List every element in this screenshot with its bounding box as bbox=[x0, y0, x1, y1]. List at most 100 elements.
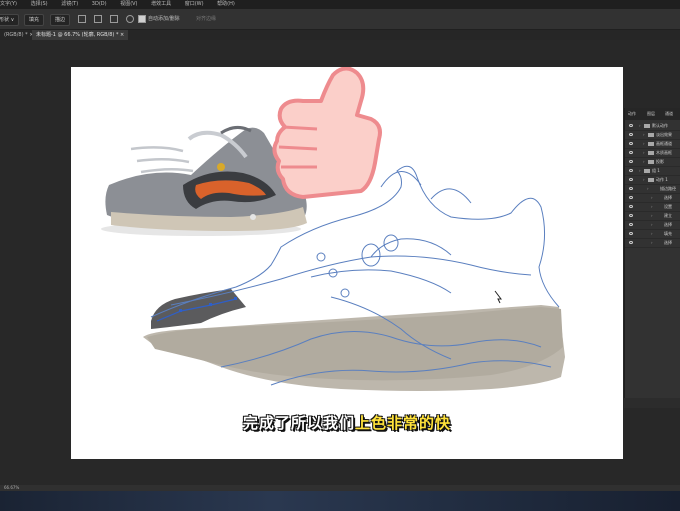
menu-item-window[interactable]: 窗口(W) bbox=[185, 1, 204, 7]
tab-actions[interactable]: 动作 bbox=[628, 110, 636, 118]
action-row[interactable]: › 填充 bbox=[625, 230, 680, 239]
check-icon[interactable] bbox=[629, 214, 633, 217]
check-icon[interactable] bbox=[629, 142, 633, 145]
action-name: 组 1 bbox=[652, 168, 660, 173]
folder-icon bbox=[648, 178, 654, 182]
panel-footer bbox=[624, 398, 680, 408]
folder-icon bbox=[644, 169, 650, 173]
chevron-right-icon[interactable]: › bbox=[651, 203, 653, 211]
check-icon[interactable] bbox=[629, 223, 633, 226]
check-icon[interactable] bbox=[629, 160, 633, 163]
menu-item-filter[interactable]: 滤镜(T) bbox=[61, 1, 78, 7]
action-name: 选择 bbox=[664, 240, 672, 245]
artboard[interactable]: 完成了所以我们上色非常的快 bbox=[71, 67, 623, 459]
panel-tab-strip: 动作 图层 通道 bbox=[625, 108, 680, 120]
action-row[interactable]: › 选择 bbox=[625, 221, 680, 230]
action-row[interactable]: › 描边路径 bbox=[625, 185, 680, 194]
chevron-right-icon[interactable]: › bbox=[651, 239, 653, 247]
path-alignment-icon[interactable] bbox=[94, 15, 102, 23]
chevron-right-icon[interactable]: › bbox=[647, 185, 649, 193]
chevron-right-icon[interactable]: › bbox=[651, 221, 653, 229]
action-name: 选择 bbox=[664, 195, 672, 200]
chevron-right-icon[interactable]: › bbox=[643, 176, 645, 184]
chevron-right-icon[interactable]: › bbox=[643, 131, 645, 139]
action-row[interactable]: › 建立 bbox=[625, 212, 680, 221]
zoom-readout: 66.67% bbox=[4, 485, 20, 490]
thumbs-up-icon bbox=[272, 67, 382, 199]
menu-item-3d[interactable]: 3D(D) bbox=[92, 1, 107, 7]
video-subtitle: 完成了所以我们上色非常的快 bbox=[71, 412, 623, 433]
canvas-area[interactable]: 完成了所以我们上色非常的快 bbox=[0, 40, 680, 485]
menu-bar: 文字(Y) 选择(S) 滤镜(T) 3D(D) 视图(V) 增效工具 窗口(W)… bbox=[0, 0, 680, 9]
document-tab-bar: (RGB/8) * × 未标题-1 @ 66.7% (轮廓, RGB/8) * … bbox=[0, 30, 680, 40]
folder-icon bbox=[648, 142, 654, 146]
auto-add-delete-label: 自动添加/删除 bbox=[148, 16, 180, 22]
check-icon[interactable] bbox=[629, 196, 633, 199]
check-icon[interactable] bbox=[629, 178, 633, 181]
subtitle-white-part: 完成了所以我们 bbox=[242, 414, 355, 432]
action-name: 画框通道 bbox=[656, 141, 672, 146]
action-name: 默认动作 bbox=[652, 123, 668, 128]
options-bar: 形状 ∨ 填充 描边 自动添加/删除 对齐边缘 bbox=[0, 9, 680, 30]
chevron-right-icon[interactable]: › bbox=[651, 194, 653, 202]
check-icon[interactable] bbox=[629, 151, 633, 154]
chevron-right-icon[interactable]: › bbox=[643, 158, 645, 166]
action-name: 填充 bbox=[664, 231, 672, 236]
action-name: 淡出效果 bbox=[656, 132, 672, 137]
action-name: 建立 bbox=[664, 213, 672, 218]
action-row[interactable]: › 选择 bbox=[625, 194, 680, 203]
menu-item-help[interactable]: 帮助(H) bbox=[217, 1, 235, 7]
menu-item-select[interactable]: 选择(S) bbox=[31, 1, 48, 7]
tab-layers[interactable]: 图层 bbox=[647, 110, 655, 118]
subtitle-yellow-part: 上色非常的快 bbox=[355, 414, 452, 432]
artwork bbox=[101, 67, 565, 391]
folder-icon bbox=[648, 133, 654, 137]
align-edges-label[interactable]: 对齐边缘 bbox=[196, 14, 216, 24]
folder-icon bbox=[648, 160, 654, 164]
tool-mode-select[interactable]: 形状 ∨ bbox=[0, 14, 20, 26]
gear-icon[interactable] bbox=[126, 15, 134, 23]
action-row[interactable]: › 组 1 bbox=[625, 167, 680, 176]
chevron-right-icon[interactable]: › bbox=[639, 167, 641, 175]
action-row[interactable]: › 木质画框 bbox=[625, 149, 680, 158]
taskbar bbox=[0, 491, 680, 511]
stroke-button[interactable]: 描边 bbox=[50, 14, 71, 26]
action-name: 木质画框 bbox=[656, 150, 672, 155]
action-row[interactable]: › 设置 bbox=[625, 203, 680, 212]
path-operations-icon[interactable] bbox=[78, 15, 86, 23]
action-row[interactable]: › 画框通道 bbox=[625, 140, 680, 149]
check-icon[interactable] bbox=[629, 232, 633, 235]
check-icon[interactable] bbox=[629, 169, 633, 172]
tab-channels[interactable]: 通道 bbox=[665, 110, 673, 118]
chevron-right-icon[interactable]: › bbox=[643, 140, 645, 148]
action-row[interactable]: › 选择 bbox=[625, 239, 680, 248]
chevron-right-icon[interactable]: › bbox=[651, 230, 653, 238]
check-icon[interactable] bbox=[629, 133, 633, 136]
action-row[interactable]: › 动作 1 bbox=[625, 176, 680, 185]
chevron-right-icon[interactable]: › bbox=[651, 212, 653, 220]
action-name: 描边路径 bbox=[660, 186, 676, 191]
action-row[interactable]: › 投影 bbox=[625, 158, 680, 167]
actions-panel: 动作 图层 通道 › 默认动作 › 淡出效果 › 画框通道 › 木质画框 › 投影 › 组 1 › 动作 … bbox=[624, 108, 680, 408]
folder-icon bbox=[648, 151, 654, 155]
fill-button[interactable]: 填充 bbox=[24, 14, 45, 26]
menu-item-plugins[interactable]: 增效工具 bbox=[151, 1, 171, 7]
action-name: 选择 bbox=[664, 222, 672, 227]
menu-item-view[interactable]: 视图(V) bbox=[120, 1, 137, 7]
document-tab-active[interactable]: 未标题-1 @ 66.7% (轮廓, RGB/8) * × bbox=[32, 30, 129, 40]
folder-icon bbox=[644, 124, 650, 128]
check-icon[interactable] bbox=[629, 241, 633, 244]
auto-add-delete-checkbox[interactable] bbox=[138, 15, 146, 23]
path-arrangement-icon[interactable] bbox=[110, 15, 118, 23]
action-name: 投影 bbox=[656, 159, 664, 164]
check-icon[interactable] bbox=[629, 124, 633, 127]
action-name: 动作 1 bbox=[656, 177, 668, 182]
action-row[interactable]: › 默认动作 bbox=[625, 122, 680, 131]
check-icon[interactable] bbox=[629, 187, 633, 190]
action-row[interactable]: › 淡出效果 bbox=[625, 131, 680, 140]
menu-item-text[interactable]: 文字(Y) bbox=[0, 1, 17, 7]
action-name: 设置 bbox=[664, 204, 672, 209]
chevron-right-icon[interactable]: › bbox=[639, 122, 641, 130]
check-icon[interactable] bbox=[629, 205, 633, 208]
chevron-right-icon[interactable]: › bbox=[643, 149, 645, 157]
